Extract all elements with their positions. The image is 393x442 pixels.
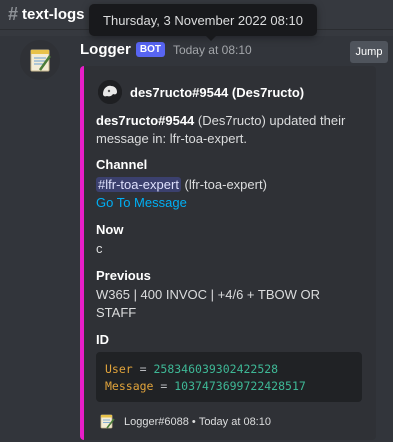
jump-button[interactable]: Jump <box>350 41 388 63</box>
tooltip-arrow <box>206 36 216 41</box>
channel-mention-suffix: (lfr-toa-expert) <box>180 177 267 192</box>
footer-name: Logger#6088 <box>124 416 189 428</box>
channel-mention-label: lfr-toa-expert <box>105 177 179 192</box>
embed-description: des7ructo#9544 (Des7ructo) updated their… <box>96 112 366 148</box>
code-value-user: 258346039302422528 <box>153 362 279 376</box>
id-codeblock: User = 258346039302422528 Message = 1037… <box>96 352 362 402</box>
footer-notepad-icon <box>98 413 116 431</box>
code-key-message: Message <box>105 379 154 393</box>
message-timestamp[interactable]: Today at 08:10 <box>173 43 252 57</box>
field-now-name: Now <box>96 222 124 237</box>
hash-icon: # <box>8 4 19 24</box>
field-previous-value: W365 | 400 INVOC | +4/6 + TBOW OR STAFF <box>96 287 320 320</box>
field-channel-value: #lfr-toa-expert (lfr-toa-expert) Go To M… <box>96 176 366 212</box>
embed-footer: Logger#6088 • Today at 08:10 <box>98 413 271 431</box>
field-id-name: ID <box>96 332 109 347</box>
channel-mention[interactable]: #lfr-toa-expert <box>96 177 181 192</box>
footer-separator: • <box>188 416 199 428</box>
username[interactable]: Logger <box>80 41 131 58</box>
description-user: des7ructo#9544 <box>96 113 195 128</box>
message-header: Logger BOT Today at 08:10 <box>80 41 252 58</box>
field-now-value: c <box>96 241 103 256</box>
embed: des7ructo#9544 (Des7ructo) des7ructo#954… <box>80 66 376 440</box>
bot-avatar[interactable] <box>20 40 60 80</box>
author-avatar <box>98 80 122 104</box>
go-to-message-link[interactable]: Go To Message <box>96 194 366 212</box>
bot-tag: BOT <box>135 42 165 57</box>
code-value-message: 1037473699722428517 <box>174 379 306 393</box>
code-key-user: User <box>105 362 133 376</box>
timestamp-tooltip: Thursday, 3 November 2022 08:10 <box>89 4 317 36</box>
code-line-user: User = 258346039302422528 <box>105 362 279 376</box>
author-avatar-icon <box>98 80 122 104</box>
author-name[interactable]: des7ructo#9544 (Des7ructo) <box>130 85 304 100</box>
field-previous-name: Previous <box>96 268 151 283</box>
channel-name: text-logs <box>22 6 85 23</box>
code-line-message: Message = 1037473699722428517 <box>105 379 306 393</box>
field-channel-name: Channel <box>96 157 148 172</box>
footer-time: Today at 08:10 <box>198 416 271 428</box>
embed-author: des7ructo#9544 (Des7ructo) <box>98 80 304 104</box>
notepad-icon <box>30 49 52 72</box>
